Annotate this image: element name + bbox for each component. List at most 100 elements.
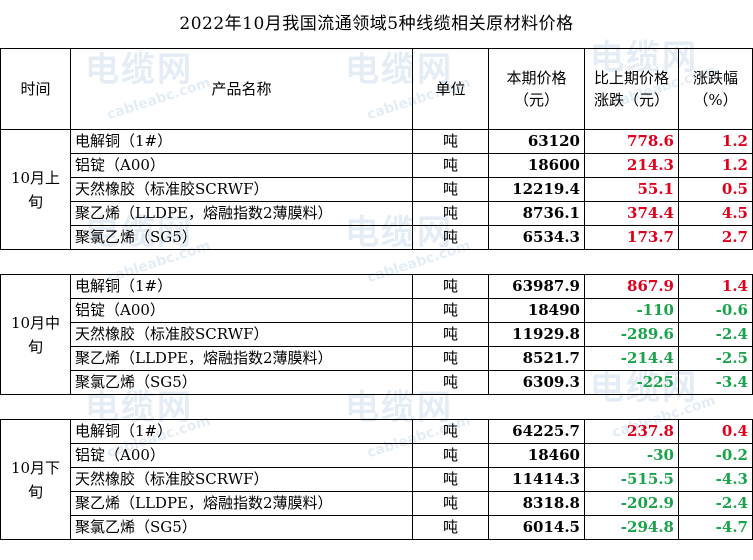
price-cell: 8318.8 — [488, 491, 585, 516]
price-cell: 6014.5 — [488, 515, 585, 540]
header-unit: 单位 — [412, 48, 489, 130]
change-cell: -289.6 — [584, 322, 679, 347]
unit-cell: 吨 — [412, 177, 489, 202]
unit-cell: 吨 — [412, 491, 489, 516]
header-change: 比上期价格涨跌（元） — [584, 48, 679, 130]
pct-cell: 1.4 — [678, 274, 753, 299]
pct-cell: 4.5 — [678, 201, 753, 226]
unit-cell: 吨 — [412, 201, 489, 226]
pct-cell: 1.2 — [678, 129, 753, 154]
table-row: 铝锭（A00）吨 18600 214.3 1.2 — [1, 153, 753, 178]
price-cell: 18490 — [488, 298, 585, 323]
price-cell: 12219.4 — [488, 177, 585, 202]
price-cell: 18460 — [488, 443, 585, 468]
unit-cell: 吨 — [412, 370, 489, 395]
pct-cell: 0.5 — [678, 177, 753, 202]
change-cell: 173.7 — [584, 225, 679, 250]
price-cell: 18600 — [488, 153, 585, 178]
price-cell: 8736.1 — [488, 201, 585, 226]
header-row: 时间 产品名称 单位 本期价格（元） 比上期价格涨跌（元） 涨跌幅（%） — [0, 48, 753, 130]
pct-cell: -2.4 — [678, 322, 753, 347]
change-cell: 374.4 — [584, 201, 679, 226]
change-cell: -30 — [584, 443, 679, 468]
period-cell: 10月上旬 — [0, 129, 71, 250]
change-cell: -294.8 — [584, 515, 679, 540]
change-cell: -515.5 — [584, 467, 679, 492]
unit-cell: 吨 — [412, 274, 489, 299]
price-cell: 11929.8 — [488, 322, 585, 347]
change-cell: 237.8 — [584, 419, 679, 444]
spacer-row — [0, 394, 753, 420]
unit-cell: 吨 — [412, 153, 489, 178]
table-row: 铝锭（A00）吨 18490 -110 -0.6 — [1, 298, 753, 323]
product-name: 聚氯乙烯（SG5） — [70, 515, 413, 540]
price-cell: 8521.7 — [488, 346, 585, 371]
product-name: 铝锭（A00） — [70, 153, 413, 178]
table-row: 天然橡胶（标准胶SCRWF）吨 11929.8 -289.6 -2.4 — [1, 322, 753, 347]
unit-cell: 吨 — [412, 298, 489, 323]
unit-cell: 吨 — [412, 443, 489, 468]
unit-cell: 吨 — [412, 419, 489, 444]
change-cell: 55.1 — [584, 177, 679, 202]
table-row: 聚乙烯（LLDPE，熔融指数2薄膜料）吨 8736.1 374.4 4.5 — [1, 201, 753, 226]
spacer-row — [0, 249, 753, 275]
change-cell: 214.3 — [584, 153, 679, 178]
product-name: 电解铜（1#） — [70, 129, 413, 154]
header-price: 本期价格（元） — [488, 48, 585, 130]
period-cell: 10月中旬 — [0, 274, 71, 395]
table-row: 天然橡胶（标准胶SCRWF）吨 11414.3 -515.5 -4.3 — [1, 467, 753, 492]
table-row: 聚乙烯（LLDPE，熔融指数2薄膜料）吨 8521.7 -214.4 -2.5 — [1, 346, 753, 371]
pct-cell: 0.4 — [678, 419, 753, 444]
header-product: 产品名称 — [70, 48, 413, 130]
change-cell: -202.9 — [584, 491, 679, 516]
price-cell: 64225.7 — [488, 419, 585, 444]
price-cell: 6534.3 — [488, 225, 585, 250]
product-name: 铝锭（A00） — [70, 443, 413, 468]
table-row: 聚氯乙烯（SG5）吨 6014.5 -294.8 -4.7 — [1, 515, 753, 540]
table-row: 聚氯乙烯（SG5）吨 6309.3 -225 -3.4 — [1, 370, 753, 395]
table-row: 铝锭（A00）吨 18460 -30 -0.2 — [1, 443, 753, 468]
price-table: 时间 产品名称 单位 本期价格（元） 比上期价格涨跌（元） 涨跌幅（%） 10月… — [0, 48, 753, 540]
table-row: 10月下旬 电解铜（1#）吨 64225.7 237.8 0.4 — [0, 419, 753, 540]
product-name: 天然橡胶（标准胶SCRWF） — [70, 322, 413, 347]
product-name: 电解铜（1#） — [70, 419, 413, 444]
pct-cell: -4.7 — [678, 515, 753, 540]
pct-cell: -0.2 — [678, 443, 753, 468]
header-pct: 涨跌幅（%） — [678, 48, 753, 130]
product-name: 聚氯乙烯（SG5） — [70, 225, 413, 250]
price-cell: 63987.9 — [488, 274, 585, 299]
change-cell: -110 — [584, 298, 679, 323]
change-cell: -214.4 — [584, 346, 679, 371]
header-period: 时间 — [0, 48, 71, 130]
table-row: 10月中旬 电解铜（1#）吨 63987.9 867.9 1.4 — [0, 274, 753, 395]
change-cell: 778.6 — [584, 129, 679, 154]
table-row: 聚氯乙烯（SG5）吨 6534.3 173.7 2.7 — [1, 225, 753, 250]
table-row: 10月上旬 电解铜（1#）吨 63120 778.6 1.2 — [0, 129, 753, 250]
pct-cell: 2.7 — [678, 225, 753, 250]
change-cell: -225 — [584, 370, 679, 395]
pct-cell: -3.4 — [678, 370, 753, 395]
spacer-cell — [0, 394, 753, 420]
unit-cell: 吨 — [412, 322, 489, 347]
unit-cell: 吨 — [412, 467, 489, 492]
spacer-cell — [0, 249, 753, 275]
period-cell: 10月下旬 — [0, 419, 71, 540]
table-row: 天然橡胶（标准胶SCRWF）吨 12219.4 55.1 0.5 — [1, 177, 753, 202]
product-name: 聚乙烯（LLDPE，熔融指数2薄膜料） — [70, 491, 413, 516]
table-title: 2022年10月我国流通领域5种线缆相关原材料价格 — [179, 14, 574, 34]
pct-cell: -0.6 — [678, 298, 753, 323]
change-cell: 867.9 — [584, 274, 679, 299]
product-name: 天然橡胶（标准胶SCRWF） — [70, 177, 413, 202]
price-cell: 63120 — [488, 129, 585, 154]
product-name: 聚乙烯（LLDPE，熔融指数2薄膜料） — [70, 201, 413, 226]
price-cell: 6309.3 — [488, 370, 585, 395]
pct-cell: 1.2 — [678, 153, 753, 178]
product-name: 铝锭（A00） — [70, 298, 413, 323]
product-name: 聚氯乙烯（SG5） — [70, 370, 413, 395]
unit-cell: 吨 — [412, 515, 489, 540]
price-cell: 11414.3 — [488, 467, 585, 492]
product-name: 电解铜（1#） — [70, 274, 413, 299]
product-name: 聚乙烯（LLDPE，熔融指数2薄膜料） — [70, 346, 413, 371]
product-name: 天然橡胶（标准胶SCRWF） — [70, 467, 413, 492]
unit-cell: 吨 — [412, 346, 489, 371]
